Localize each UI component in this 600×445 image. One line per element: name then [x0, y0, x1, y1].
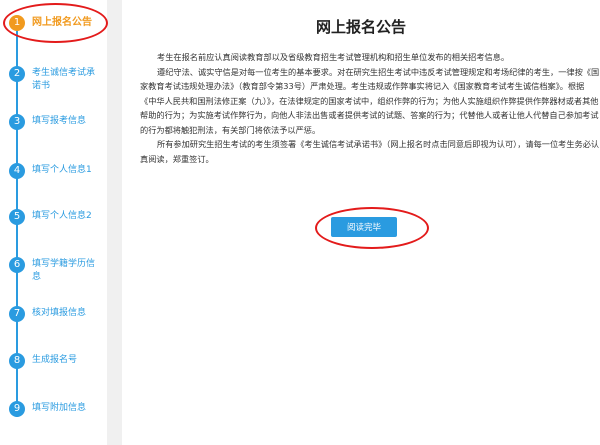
step-7-number: 7 [9, 306, 25, 322]
step-3-label: 填写报考信息 [32, 116, 87, 126]
step-9-number: 9 [9, 401, 25, 417]
step-sidebar: 1 网上报名公告 2 考生诚信考试承诺书 3 填写报考信息 4 填写个人信息1 … [0, 0, 108, 445]
step-5-label: 填写个人信息2 [32, 211, 92, 221]
announcement-paragraph-2: 遵纪守法、诚实守信是对每一位考生的基本要求。对在研究生招生考试中违反考试管理规定… [140, 66, 600, 135]
step-5-number: 5 [9, 209, 25, 225]
step-2-label: 考生诚信考试承诺书 [32, 68, 96, 91]
step-7-label: 核对填报信息 [32, 308, 87, 318]
announcement-paragraph-1: 考生在报名前应认真阅读教育部以及省级教育招生考试管理机构和招生单位发布的相关招考… [157, 52, 510, 62]
finish-reading-button[interactable]: 阅读完毕 [331, 217, 397, 237]
step-6-number: 6 [9, 257, 25, 273]
page-title: 网上报名公告 [315, 18, 406, 36]
step-2-number: 2 [9, 66, 25, 82]
step-4-number: 4 [9, 163, 25, 179]
step-3-number: 3 [9, 114, 25, 130]
announcement-paragraph-3: 所有参加研究生招生考试的考生须签署《考生诚信考试承诺书》（网上报名时点击同意后即… [140, 139, 600, 164]
announcement-body: 考生在报名前应认真阅读教育部以及省级教育招生考试管理机构和招生单位发布的相关招考… [140, 50, 600, 166]
active-step-highlight [3, 3, 108, 43]
step-8-number: 8 [9, 353, 25, 369]
announcement-panel: 网上报名公告 考生在报名前应认真阅读教育部以及省级教育招生考试管理机构和招生单位… [122, 0, 600, 445]
step-9-label: 填写附加信息 [32, 403, 87, 413]
step-8-label: 生成报名号 [32, 355, 78, 365]
step-6-label: 填写学籍学历信息 [32, 259, 96, 282]
step-4-label: 填写个人信息1 [32, 165, 92, 175]
